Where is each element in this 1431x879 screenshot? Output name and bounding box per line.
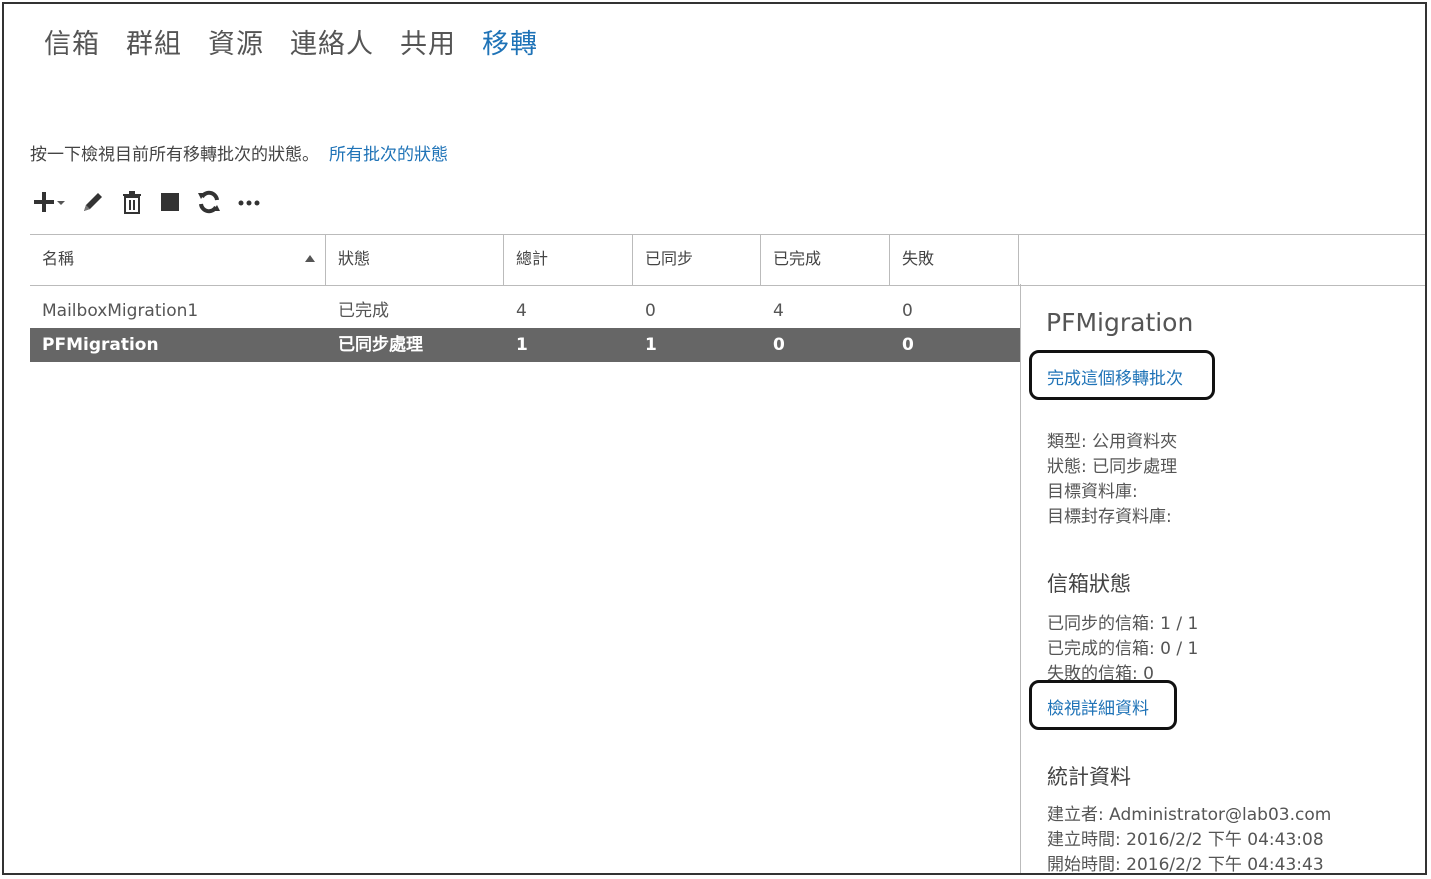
more-icon bbox=[238, 200, 260, 206]
created-time: 建立時間: 2016/2/2 下午 04:43:08 bbox=[1047, 830, 1324, 850]
delete-button[interactable] bbox=[120, 188, 144, 216]
complete-batch-link[interactable]: 完成這個移轉批次 bbox=[1047, 364, 1183, 389]
details-type: 類型: 公用資料夾 bbox=[1047, 432, 1178, 452]
column-header-name-label: 名稱 bbox=[42, 249, 75, 268]
view-details-highlight: 檢視詳細資料 bbox=[1029, 680, 1177, 730]
complete-batch-highlight: 完成這個移轉批次 bbox=[1029, 350, 1215, 400]
nav-contacts[interactable]: 連絡人 bbox=[290, 22, 374, 61]
add-button[interactable] bbox=[32, 188, 66, 216]
row-name: PFMigration bbox=[42, 335, 159, 355]
start-time: 開始時間: 2016/2/2 下午 04:43:43 bbox=[1047, 855, 1324, 875]
refresh-button[interactable] bbox=[196, 188, 222, 216]
row-status: 已同步處理 bbox=[338, 335, 423, 355]
nav-migration[interactable]: 移轉 bbox=[482, 22, 538, 61]
sort-ascending-icon bbox=[305, 255, 315, 262]
nav-groups[interactable]: 群組 bbox=[126, 22, 182, 61]
column-header-status-label: 狀態 bbox=[338, 249, 371, 268]
app-frame: 信箱 群組 資源 連絡人 共用 移轉 按一下檢視目前所有移轉批次的狀態。 所有批次… bbox=[2, 2, 1427, 875]
row-failed: 0 bbox=[902, 301, 913, 321]
stop-icon bbox=[161, 193, 179, 211]
info-text: 按一下檢視目前所有移轉批次的狀態。 bbox=[30, 145, 319, 165]
column-header-synced-label: 已同步 bbox=[645, 249, 694, 268]
row-total: 4 bbox=[516, 301, 527, 321]
column-header-total[interactable]: 總計 bbox=[504, 235, 633, 285]
completed-mailboxes: 已完成的信箱: 0 / 1 bbox=[1047, 639, 1199, 659]
refresh-icon bbox=[198, 190, 220, 214]
mailbox-status-heading: 信箱狀態 bbox=[1047, 572, 1131, 596]
toolbar bbox=[32, 188, 262, 216]
table-row[interactable]: MailboxMigration1 已完成 4 0 4 0 bbox=[30, 294, 1020, 328]
column-header-failed-label: 失敗 bbox=[902, 249, 935, 268]
nav-mailboxes[interactable]: 信箱 bbox=[44, 22, 100, 61]
details-target-archive-db: 目標封存資料庫: bbox=[1047, 507, 1172, 527]
column-header-completed[interactable]: 已完成 bbox=[761, 235, 890, 285]
row-total: 1 bbox=[516, 335, 528, 355]
all-batches-status-link[interactable]: 所有批次的狀態 bbox=[329, 145, 448, 165]
column-header-name[interactable]: 名稱 bbox=[30, 235, 326, 285]
stop-button[interactable] bbox=[158, 188, 182, 216]
statistics-heading: 統計資料 bbox=[1047, 765, 1131, 789]
edit-icon bbox=[84, 193, 102, 211]
view-details-link[interactable]: 檢視詳細資料 bbox=[1047, 694, 1149, 719]
synced-mailboxes: 已同步的信箱: 1 / 1 bbox=[1047, 614, 1199, 634]
column-header-status[interactable]: 狀態 bbox=[326, 235, 504, 285]
created-by: 建立者: Administrator@lab03.com bbox=[1047, 805, 1332, 825]
table-header: 名稱 狀態 總計 已同步 已完成 失敗 bbox=[30, 234, 1425, 286]
row-status: 已完成 bbox=[338, 301, 389, 321]
column-header-failed[interactable]: 失敗 bbox=[890, 235, 1019, 285]
top-nav: 信箱 群組 資源 連絡人 共用 移轉 bbox=[44, 22, 564, 61]
dropdown-caret-icon bbox=[57, 201, 65, 205]
row-synced: 1 bbox=[645, 335, 657, 355]
nav-resources[interactable]: 資源 bbox=[208, 22, 264, 61]
edit-button[interactable] bbox=[80, 188, 106, 216]
row-synced: 0 bbox=[645, 301, 656, 321]
nav-shared[interactable]: 共用 bbox=[400, 22, 456, 61]
table-row-selected[interactable]: PFMigration 已同步處理 1 1 0 0 bbox=[30, 328, 1020, 362]
details-status: 狀態: 已同步處理 bbox=[1047, 457, 1178, 477]
details-pane: PFMigration 完成這個移轉批次 類型: 公用資料夾 狀態: 已同步處理… bbox=[1020, 284, 1425, 875]
column-header-completed-label: 已完成 bbox=[773, 249, 822, 268]
row-completed: 4 bbox=[773, 301, 784, 321]
details-title: PFMigration bbox=[1046, 308, 1194, 337]
more-button[interactable] bbox=[236, 188, 262, 216]
details-target-db: 目標資料庫: bbox=[1047, 482, 1138, 502]
add-icon bbox=[34, 192, 54, 212]
column-header-total-label: 總計 bbox=[516, 249, 549, 268]
row-failed: 0 bbox=[902, 335, 914, 355]
info-bar: 按一下檢視目前所有移轉批次的狀態。 所有批次的狀態 bbox=[30, 140, 448, 165]
row-name: MailboxMigration1 bbox=[42, 301, 199, 321]
row-completed: 0 bbox=[773, 335, 785, 355]
column-header-synced[interactable]: 已同步 bbox=[633, 235, 761, 285]
delete-icon bbox=[123, 191, 141, 214]
